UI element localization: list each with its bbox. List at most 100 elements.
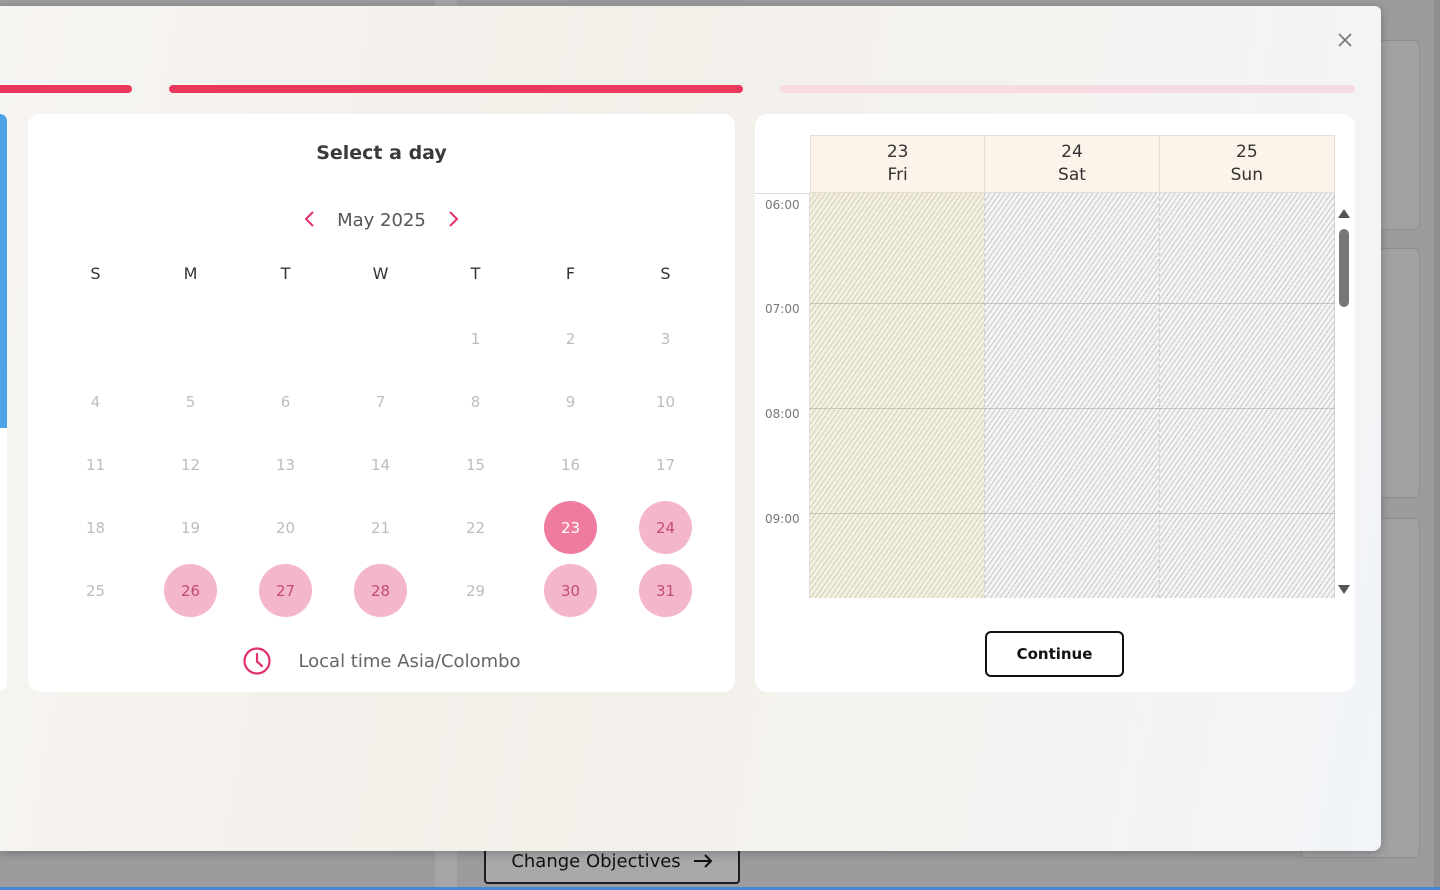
- calendar-day: 7: [333, 370, 428, 433]
- calendar-day: 4: [48, 370, 143, 433]
- calendar-day-label: 8: [470, 392, 481, 411]
- calendar-day-label: 1: [470, 329, 481, 348]
- calendar-day: 2: [523, 307, 618, 370]
- calendar-day-label: 25: [85, 581, 106, 600]
- calendar-day: 3: [618, 307, 713, 370]
- close-button[interactable]: [1333, 28, 1357, 52]
- schedule-header: 23 Fri 24 Sat 25 Sun: [810, 135, 1335, 193]
- calendar-day-label: [354, 312, 407, 365]
- calendar-day: 17: [618, 433, 713, 496]
- calendar-day[interactable]: 28: [333, 559, 428, 622]
- column-weekday: Sat: [1058, 165, 1086, 185]
- calendar-empty-cell: [238, 307, 333, 370]
- calendar-day: 25: [48, 559, 143, 622]
- calendar-day: 21: [333, 496, 428, 559]
- time-label: 07:00: [765, 302, 800, 316]
- scroll-down-arrow-icon[interactable]: [1338, 585, 1350, 594]
- column-weekday: Fri: [887, 165, 908, 185]
- time-label: 09:00: [765, 512, 800, 526]
- calendar-day[interactable]: 31: [618, 559, 713, 622]
- calendar-day-label: 24: [639, 501, 692, 554]
- scrollbar-thumb[interactable]: [1339, 229, 1349, 307]
- prev-month-button[interactable]: [303, 208, 315, 232]
- calendar-day-label: 6: [280, 392, 291, 411]
- calendar-day-label: 3: [660, 329, 671, 348]
- schedule-grid: [810, 193, 1335, 598]
- calendar-day-label: 13: [275, 455, 296, 474]
- calendar-day-label: 23: [544, 501, 597, 554]
- calendar-title: Select a day: [316, 142, 447, 164]
- timezone-row: Local time Asia/Colombo: [28, 646, 735, 676]
- calendar-day-label: 16: [560, 455, 581, 474]
- booking-modal: Select a day May 2025 SMTWTFS 1234567891…: [0, 6, 1381, 851]
- calendar-day-label: 29: [465, 581, 486, 600]
- arrow-right-icon: [693, 854, 713, 868]
- schedule-column-sat[interactable]: [985, 193, 1160, 598]
- calendar-day[interactable]: 24: [618, 496, 713, 559]
- day-column-header: 23 Fri: [811, 136, 986, 192]
- day-column-header: 24 Sat: [985, 136, 1160, 192]
- continue-button[interactable]: Continue: [985, 631, 1124, 677]
- calendar-card: Select a day May 2025 SMTWTFS 1234567891…: [28, 114, 735, 692]
- progress-step-1: [0, 85, 132, 93]
- weekday-label: S: [660, 264, 671, 283]
- change-objectives-label: Change Objectives: [511, 850, 681, 872]
- calendar-day: 10: [618, 370, 713, 433]
- chevron-left-icon: [304, 211, 314, 227]
- calendar-day[interactable]: 27: [238, 559, 333, 622]
- calendar-day-label: 22: [465, 518, 486, 537]
- page-scrollbar[interactable]: [1434, 0, 1440, 890]
- calendar-day: 13: [238, 433, 333, 496]
- calendar-day: 11: [48, 433, 143, 496]
- calendar-day: 12: [143, 433, 238, 496]
- calendar-day-label: 28: [354, 564, 407, 617]
- month-navigation: May 2025: [28, 208, 735, 232]
- calendar-day-label: 10: [655, 392, 676, 411]
- calendar-day-label: 30: [544, 564, 597, 617]
- calendar-day: 18: [48, 496, 143, 559]
- schedule-column-fri[interactable]: [810, 193, 985, 598]
- calendar-day-label: [69, 312, 122, 365]
- days-grid: 1 2 3 4 5 6 7 8 9 10 11 12 13 14 15 16 17 18 19 20 21 22 23 24 2…: [48, 307, 713, 622]
- weekday-label: M: [183, 264, 198, 283]
- column-weekday: Sun: [1230, 165, 1263, 185]
- calendar-day-label: 15: [465, 455, 486, 474]
- scroll-up-arrow-icon[interactable]: [1338, 209, 1350, 218]
- calendar-day-label: 7: [375, 392, 386, 411]
- schedule-card: 23 Fri 24 Sat 25 Sun 06:00 07:00 08:00 0…: [755, 114, 1355, 692]
- clock-icon: [243, 647, 272, 675]
- weekday-label: W: [372, 264, 389, 283]
- previous-panel-accent: [0, 114, 7, 428]
- calendar-day-label: 19: [180, 518, 201, 537]
- calendar-day-label: 11: [85, 455, 106, 474]
- calendar-day-label: [259, 312, 312, 365]
- next-month-button[interactable]: [448, 208, 460, 232]
- time-label: 08:00: [765, 407, 800, 421]
- calendar-day-label: [164, 312, 217, 365]
- calendar-day: 6: [238, 370, 333, 433]
- progress-step-2: [169, 85, 743, 93]
- time-axis: 06:00 07:00 08:00 09:00: [755, 193, 810, 598]
- calendar-day-label: 18: [85, 518, 106, 537]
- calendar-day: 16: [523, 433, 618, 496]
- previous-panel-edge: [0, 114, 7, 692]
- column-day-number: 23: [886, 142, 909, 163]
- month-label: May 2025: [337, 209, 426, 231]
- calendar-day[interactable]: 30: [523, 559, 618, 622]
- schedule-scrollbar[interactable]: [1337, 209, 1351, 594]
- calendar-day: 20: [238, 496, 333, 559]
- weekday-label: T: [280, 264, 291, 283]
- calendar-day: 9: [523, 370, 618, 433]
- calendar-day-label: 9: [565, 392, 576, 411]
- chevron-right-icon: [449, 211, 459, 227]
- progress-step-3: [780, 85, 1355, 93]
- schedule-column-sun[interactable]: [1160, 193, 1335, 598]
- calendar-day[interactable]: 26: [143, 559, 238, 622]
- calendar-day-label: 5: [185, 392, 196, 411]
- calendar-day-label: 2: [565, 329, 576, 348]
- calendar-day-label: 27: [259, 564, 312, 617]
- calendar-day[interactable]: 23: [523, 496, 618, 559]
- calendar-empty-cell: [48, 307, 143, 370]
- calendar-day-label: 17: [655, 455, 676, 474]
- calendar-day-label: 14: [370, 455, 391, 474]
